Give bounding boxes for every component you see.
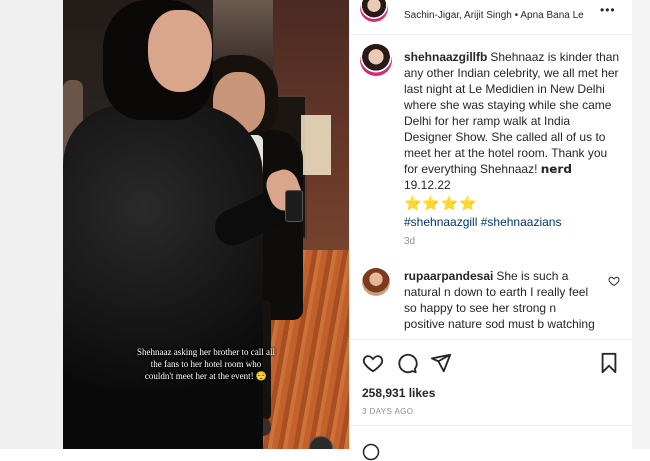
post-caption: shehnaazgillfb Shehnaaz is kinder than an… bbox=[404, 49, 620, 211]
star-emojis: ⭐⭐⭐⭐ bbox=[404, 195, 478, 211]
caption-avatar-image bbox=[360, 44, 392, 76]
comment-like-heart-icon[interactable] bbox=[608, 275, 620, 287]
comment-item: rupaarpandesai She is such a natural n do… bbox=[404, 268, 600, 332]
post-video[interactable]: Shehnaaz asking her brother to call all … bbox=[63, 0, 349, 449]
caption-username[interactable]: shehnaazgillfb bbox=[404, 50, 487, 64]
main-person-jacket bbox=[63, 105, 263, 449]
post-actions bbox=[350, 339, 632, 380]
share-paper-plane-icon[interactable] bbox=[430, 352, 452, 374]
author-avatar[interactable] bbox=[360, 0, 388, 22]
comment-username[interactable]: rupaarpandesai bbox=[404, 269, 493, 283]
phone bbox=[285, 190, 303, 222]
caption-timestamp: 3d bbox=[404, 236, 416, 247]
main-person-face bbox=[148, 10, 212, 92]
audio-track-link[interactable]: Sachin-Jigar, Arijit Singh • Apna Bana L… bbox=[404, 10, 584, 21]
like-heart-icon[interactable] bbox=[362, 352, 384, 374]
commenter-avatar[interactable] bbox=[362, 268, 390, 296]
posted-time: 3 DAYS AGO bbox=[362, 407, 414, 416]
comments-section[interactable]: shehnaazgillfb Shehnaaz is kinder than an… bbox=[350, 34, 632, 339]
video-caption-line: Shehnaaz asking her brother to call all bbox=[137, 347, 275, 357]
add-comment-bar bbox=[350, 425, 632, 461]
caption-text: Shehnaaz is kinder than any other Indian… bbox=[404, 50, 620, 192]
wall-light bbox=[301, 115, 331, 175]
video-caption-line: the fans to her hotel room who bbox=[150, 359, 262, 369]
caption-avatar[interactable] bbox=[360, 44, 392, 76]
emoji-smile-icon[interactable] bbox=[362, 443, 380, 461]
hashtags-link[interactable]: #shehnaazgill #shehnaazians bbox=[404, 215, 561, 229]
post-side-panel: Sachin-Jigar, Arijit Singh • Apna Bana L… bbox=[349, 0, 632, 461]
save-bookmark-icon[interactable] bbox=[598, 352, 620, 374]
page-backdrop-left bbox=[0, 0, 63, 449]
likes-count[interactable]: 258,931 likes bbox=[362, 386, 435, 400]
video-caption-line: couldn't meet her at the event! 😌 bbox=[144, 371, 268, 381]
more-options-icon[interactable]: ••• bbox=[600, 3, 616, 17]
comment-bubble-icon[interactable] bbox=[396, 352, 418, 374]
post-header: Sachin-Jigar, Arijit Singh • Apna Bana L… bbox=[350, 0, 632, 35]
video-caption: Shehnaaz asking her brother to call all … bbox=[83, 346, 329, 382]
page-backdrop-right bbox=[631, 0, 650, 449]
